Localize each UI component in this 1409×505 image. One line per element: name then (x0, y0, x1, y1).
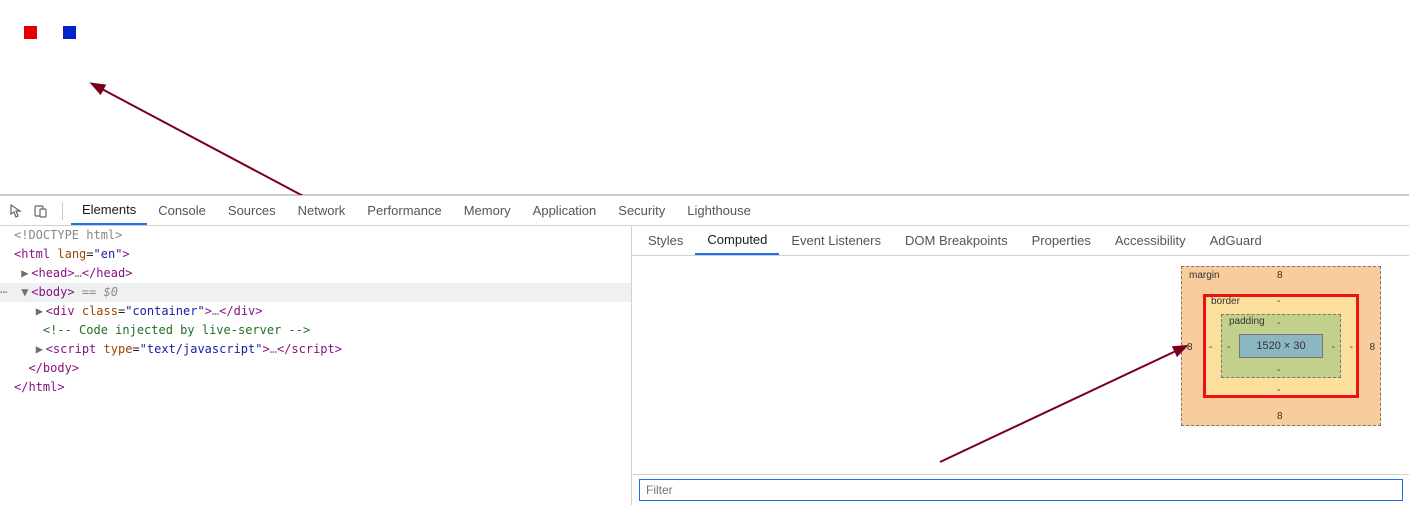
box-model-border-label: border (1211, 296, 1240, 307)
margin-bottom-value: 8 (1277, 411, 1283, 422)
margin-right-value: 8 (1369, 342, 1375, 353)
main-tab-console[interactable]: Console (147, 196, 217, 225)
inspect-icon[interactable] (6, 200, 28, 222)
padding-top-value: - (1277, 318, 1280, 329)
side-pane: StylesComputedEvent ListenersDOM Breakpo… (632, 226, 1409, 505)
box-model-diagram: 1520 × 30 margin border padding 8 8 8 8 … (1181, 266, 1381, 426)
dom-div-container[interactable]: ▶<div class="container">…</div> (0, 302, 631, 321)
box-model-padding-label: padding (1229, 316, 1265, 327)
margin-left-value: 8 (1187, 342, 1193, 353)
dom-body-close: </body> (0, 359, 631, 378)
dom-script[interactable]: ▶<script type="text/javascript">…</scrip… (0, 340, 631, 359)
elements-tree[interactable]: <!DOCTYPE html> <html lang="en"> ▶<head>… (0, 226, 632, 505)
dom-doctype: <!DOCTYPE html> (14, 228, 122, 242)
side-tab-adguard[interactable]: AdGuard (1198, 226, 1274, 255)
border-top-value: - (1277, 296, 1280, 307)
side-tab-dom-breakpoints[interactable]: DOM Breakpoints (893, 226, 1020, 255)
padding-right-value: - (1332, 342, 1335, 353)
devtools-main-tabbar: ElementsConsoleSourcesNetworkPerformance… (0, 196, 1409, 226)
side-tab-styles[interactable]: Styles (636, 226, 695, 255)
main-tab-elements[interactable]: Elements (71, 196, 147, 225)
dom-html-close: </html> (0, 378, 631, 397)
main-tab-performance[interactable]: Performance (356, 196, 452, 225)
blue-square (63, 26, 76, 39)
padding-bottom-value: - (1277, 365, 1280, 376)
main-tab-lighthouse[interactable]: Lighthouse (676, 196, 762, 225)
side-tabbar: StylesComputedEvent ListenersDOM Breakpo… (632, 226, 1409, 256)
padding-left-value: - (1227, 342, 1230, 353)
margin-top-value: 8 (1277, 270, 1283, 281)
main-tab-security[interactable]: Security (607, 196, 676, 225)
dom-comment: <!-- Code injected by live-server --> (0, 321, 631, 340)
side-tab-event-listeners[interactable]: Event Listeners (779, 226, 893, 255)
main-tab-memory[interactable]: Memory (453, 196, 522, 225)
side-tab-accessibility[interactable]: Accessibility (1103, 226, 1198, 255)
devtools-panel: ElementsConsoleSourcesNetworkPerformance… (0, 195, 1409, 505)
red-square (24, 26, 37, 39)
filter-input[interactable] (639, 479, 1403, 501)
dom-body-selected[interactable]: ⋯ ▼<body> == $0 (0, 283, 631, 302)
main-tab-sources[interactable]: Sources (217, 196, 287, 225)
border-bottom-value: - (1277, 385, 1280, 396)
border-left-value: - (1209, 342, 1212, 353)
device-toggle-icon[interactable] (30, 200, 52, 222)
computed-panel: 1520 × 30 margin border padding 8 8 8 8 … (632, 256, 1409, 505)
side-tab-properties[interactable]: Properties (1020, 226, 1103, 255)
box-model-margin-label: margin (1189, 270, 1220, 281)
main-tab-network[interactable]: Network (287, 196, 357, 225)
dom-head[interactable]: ▶<head>…</head> (0, 264, 631, 283)
border-right-value: - (1350, 342, 1353, 353)
box-model-content: 1520 × 30 (1239, 334, 1323, 358)
filter-bar (633, 474, 1409, 505)
dom-html-open[interactable]: <html lang="en"> (0, 245, 631, 264)
side-tab-computed[interactable]: Computed (695, 226, 779, 255)
main-tab-application[interactable]: Application (522, 196, 608, 225)
rendered-page (0, 0, 1409, 195)
